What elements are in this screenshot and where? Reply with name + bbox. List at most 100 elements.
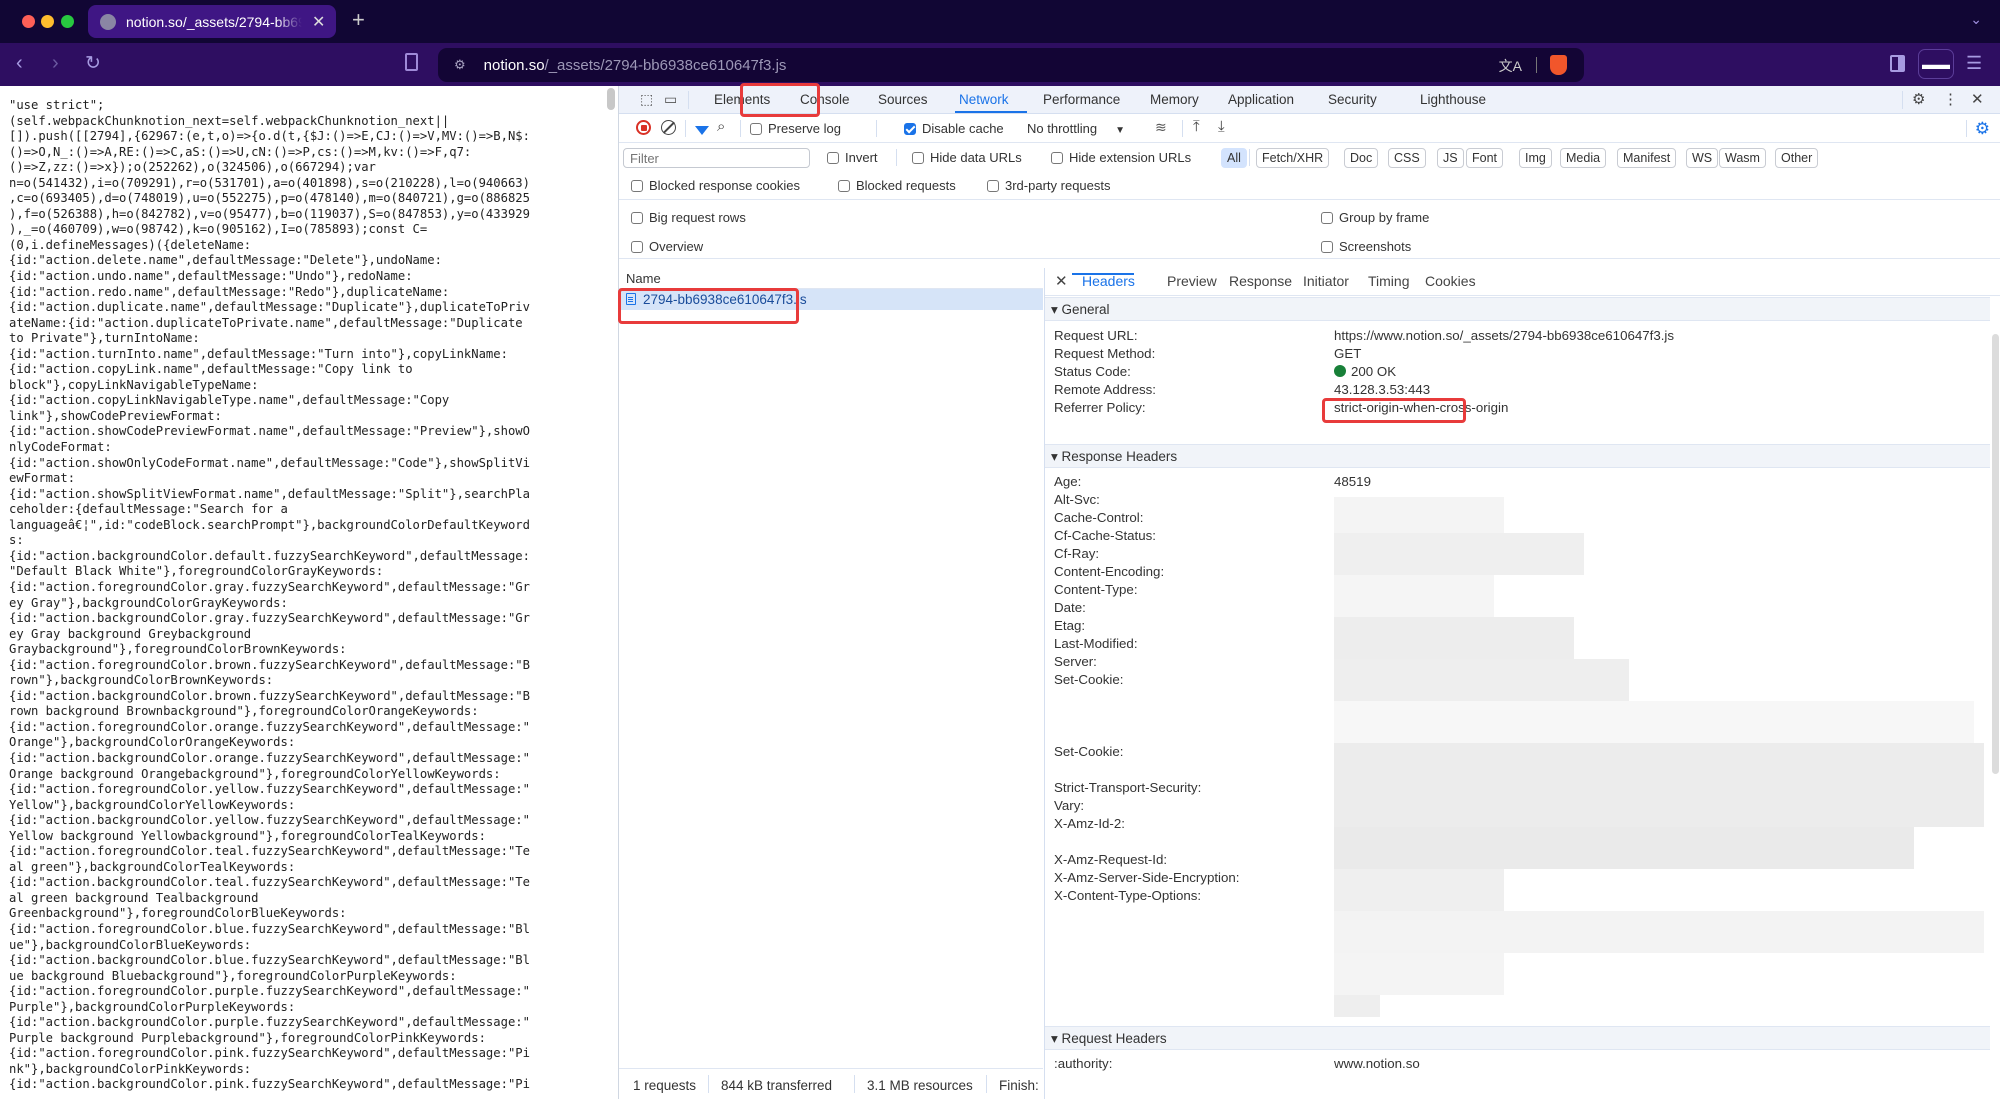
reload-button[interactable]: ↻ — [85, 52, 101, 75]
sidebar-icon[interactable] — [1890, 55, 1905, 72]
brave-shield-icon[interactable] — [1550, 55, 1567, 75]
filter-type-manifest[interactable]: Manifest — [1617, 148, 1677, 168]
close-tab-icon[interactable]: ✕ — [312, 12, 325, 32]
import-har-icon[interactable]: ⤒ — [1193, 118, 1200, 135]
hide-extension-urls-checkbox[interactable]: Hide extension URLs — [1051, 150, 1191, 165]
tab-application[interactable]: Application — [1228, 92, 1294, 107]
screenshots-checkbox[interactable]: Screenshots — [1321, 239, 1411, 254]
tab-network[interactable]: Network — [959, 92, 1009, 107]
filter-input[interactable] — [623, 148, 810, 168]
filter-type-wasm[interactable]: Wasm — [1719, 148, 1766, 168]
filter-icon[interactable] — [695, 126, 709, 135]
source-scrollbar[interactable] — [607, 88, 615, 110]
header-value[interactable]: 200 OK — [1334, 364, 1396, 379]
translate-icon[interactable]: 文A — [1499, 56, 1522, 76]
checkbox[interactable] — [750, 123, 762, 135]
filter-type-font[interactable]: Font — [1466, 148, 1504, 168]
close-window-button[interactable] — [22, 15, 35, 28]
network-conditions-icon[interactable]: ≋ — [1155, 119, 1167, 136]
tab-lighthouse[interactable]: Lighthouse — [1420, 92, 1486, 107]
tab-performance[interactable]: Performance — [1043, 92, 1120, 107]
tab-console[interactable]: Console — [800, 92, 850, 107]
blocked-requests-checkbox[interactable]: Blocked requests — [838, 178, 956, 193]
checkbox[interactable] — [1321, 241, 1333, 253]
site-settings-icon[interactable]: ⚙ — [454, 57, 466, 73]
close-devtools-icon[interactable]: ✕ — [1971, 90, 1984, 108]
tab-preview[interactable]: Preview — [1167, 273, 1217, 289]
hide-data-urls-checkbox[interactable]: Hide data URLs — [912, 150, 1022, 165]
checkbox[interactable] — [631, 241, 643, 253]
filter-type-media[interactable]: Media — [1560, 148, 1607, 168]
checkbox[interactable] — [838, 180, 850, 192]
preserve-log-checkbox[interactable]: Preserve log — [750, 121, 841, 136]
header-value[interactable]: www.notion.so — [1334, 1056, 1420, 1071]
filter-type-ws[interactable]: WS — [1686, 148, 1719, 168]
settings-gear-icon[interactable]: ⚙ — [1912, 90, 1925, 108]
device-toolbar-icon[interactable]: ▭ — [664, 91, 677, 108]
overview-checkbox[interactable]: Overview — [631, 239, 703, 254]
export-har-icon[interactable]: ⤓ — [1218, 118, 1225, 135]
filter-type-js[interactable]: JS — [1437, 148, 1464, 168]
bookmark-icon[interactable] — [405, 53, 418, 71]
maximize-window-button[interactable] — [61, 15, 74, 28]
tab-memory[interactable]: Memory — [1150, 92, 1199, 107]
hamburger-menu-icon[interactable]: ☰ — [1966, 53, 1982, 74]
filter-type-all[interactable]: All — [1221, 148, 1247, 168]
blocked-response-cookies-checkbox[interactable]: Blocked response cookies — [631, 178, 800, 193]
checkbox[interactable] — [1321, 212, 1333, 224]
more-options-icon[interactable]: ⋮ — [1943, 90, 1958, 108]
third-party-requests-checkbox[interactable]: 3rd-party requests — [987, 178, 1111, 193]
filter-type-fetch-xhr[interactable]: Fetch/XHR — [1256, 148, 1330, 168]
filter-type-img[interactable]: Img — [1519, 148, 1552, 168]
tab-headers[interactable]: Headers — [1082, 273, 1135, 289]
record-icon[interactable] — [636, 120, 651, 135]
checkbox[interactable] — [631, 212, 643, 224]
browser-tab[interactable]: notion.so/_assets/2794-bb6938ce610647f3.… — [88, 5, 336, 38]
filter-type-css[interactable]: CSS — [1388, 148, 1426, 168]
column-header-name[interactable]: Name — [619, 268, 1043, 289]
filter-type-doc[interactable]: Doc — [1344, 148, 1379, 168]
group-by-frame-checkbox[interactable]: Group by frame — [1321, 210, 1429, 225]
header-value[interactable]: 43.128.3.53:443 — [1334, 382, 1430, 397]
private-glasses-icon[interactable]: ▬▬ — [1918, 49, 1954, 79]
filter-type-other[interactable]: Other — [1775, 148, 1819, 168]
section-response-headers[interactable]: ▾ Response Headers — [1045, 444, 1990, 468]
throttling-select[interactable]: No throttling ▼ — [1027, 121, 1125, 136]
inspect-element-icon[interactable]: ⬚ — [640, 91, 653, 108]
back-button[interactable]: ‹ — [16, 52, 23, 75]
tab-cookies[interactable]: Cookies — [1425, 273, 1476, 289]
clear-icon[interactable] — [661, 120, 676, 135]
tab-list-chevron-icon[interactable]: ⌄ — [1970, 11, 1982, 28]
checkbox[interactable] — [904, 123, 916, 135]
invert-checkbox[interactable]: Invert — [827, 150, 878, 165]
close-details-icon[interactable]: ✕ — [1055, 272, 1068, 290]
request-row[interactable]: 2794-bb6938ce610647f3.js — [619, 289, 1043, 310]
header-value[interactable]: https://www.notion.so/_assets/2794-bb693… — [1334, 328, 1674, 343]
tab-security[interactable]: Security — [1328, 92, 1377, 107]
tab-initiator[interactable]: Initiator — [1303, 273, 1349, 289]
checkbox[interactable] — [1051, 152, 1063, 164]
checkbox[interactable] — [912, 152, 924, 164]
checkbox[interactable] — [987, 180, 999, 192]
checkbox[interactable] — [631, 180, 643, 192]
minimize-window-button[interactable] — [41, 15, 54, 28]
section-request-headers[interactable]: ▾ Request Headers — [1045, 1026, 1990, 1050]
header-value[interactable]: strict-origin-when-cross-origin — [1334, 400, 1508, 415]
new-tab-button[interactable]: + — [352, 7, 365, 33]
checkbox[interactable] — [827, 152, 839, 164]
tab-elements[interactable]: Elements — [714, 92, 770, 107]
section-general[interactable]: ▾ General — [1045, 297, 1990, 321]
tab-timing[interactable]: Timing — [1368, 273, 1410, 289]
header-value[interactable]: 48519 — [1334, 474, 1371, 489]
tab-response[interactable]: Response — [1229, 273, 1292, 289]
header-value[interactable]: GET — [1334, 346, 1361, 361]
address-bar[interactable]: ⚙ notion.so/_assets/2794-bb6938ce610647f… — [438, 48, 1584, 82]
disable-cache-checkbox[interactable]: Disable cache — [904, 121, 1004, 136]
forward-button[interactable]: › — [52, 52, 59, 75]
url-text[interactable]: notion.so/_assets/2794-bb6938ce610647f3.… — [484, 57, 787, 74]
details-scrollbar[interactable] — [1992, 334, 1999, 774]
network-settings-gear-icon[interactable]: ⚙ — [1975, 119, 1990, 139]
search-icon[interactable]: ⌕ — [717, 118, 725, 135]
tab-sources[interactable]: Sources — [878, 92, 928, 107]
big-request-rows-checkbox[interactable]: Big request rows — [631, 210, 746, 225]
